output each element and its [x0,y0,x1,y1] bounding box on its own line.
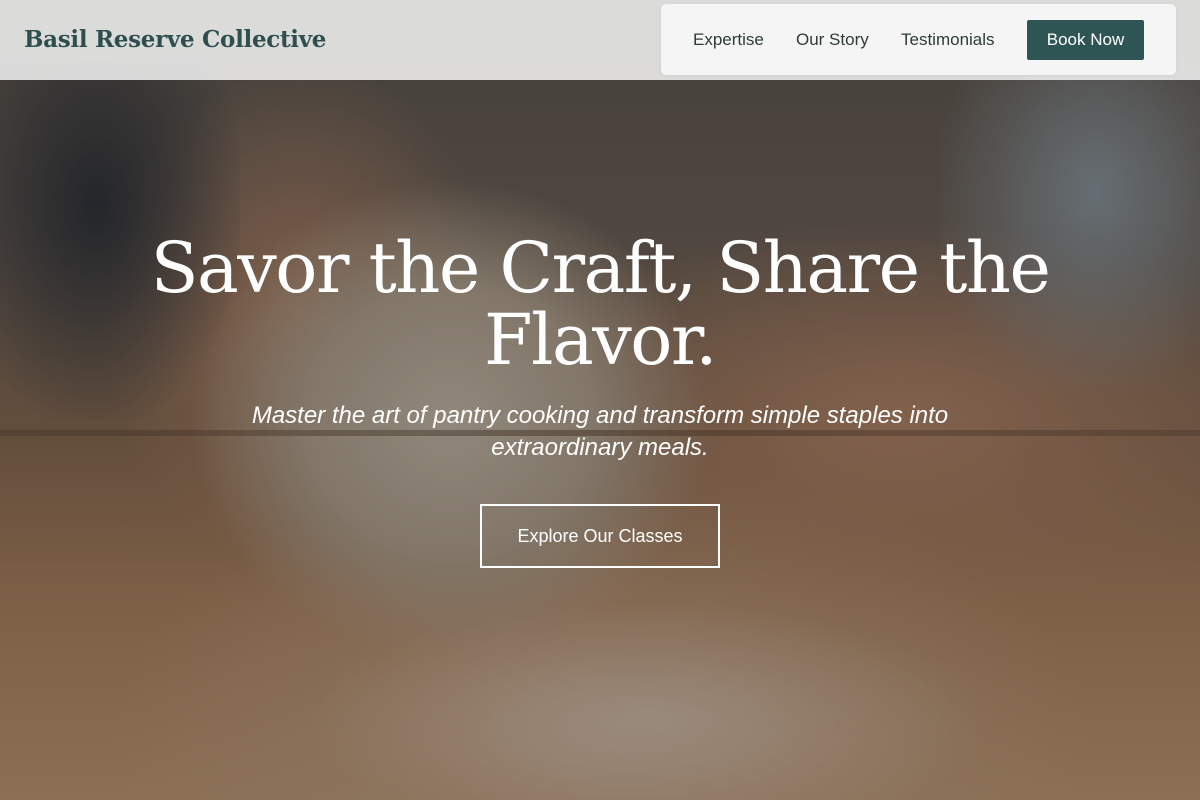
nav-link-our-story[interactable]: Our Story [796,30,869,50]
brand-logo[interactable]: Basil Reserve Collective [24,26,326,53]
explore-classes-button[interactable]: Explore Our Classes [480,504,720,568]
book-now-button[interactable]: Book Now [1027,20,1144,60]
site-header: Basil Reserve Collective Expertise Our S… [0,0,1200,80]
main-nav: Expertise Our Story Testimonials Book No… [661,4,1176,75]
nav-link-testimonials[interactable]: Testimonials [901,30,995,50]
nav-link-expertise[interactable]: Expertise [693,30,764,50]
hero-subtitle: Master the art of pantry cooking and tra… [251,402,949,461]
hero-title: Savor the Craft, Share the Flavor. [150,227,1051,381]
